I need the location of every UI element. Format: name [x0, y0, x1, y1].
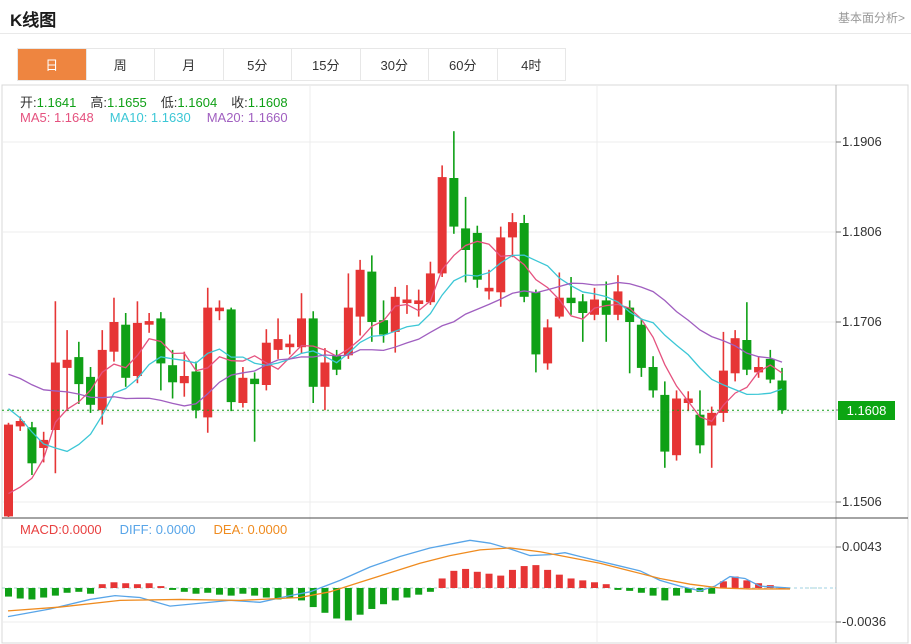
macd-legend: MACD:0.0000 DIFF: 0.0000 DEA: 0.0000 [20, 522, 305, 537]
ma20-value: 1.1660 [248, 110, 288, 125]
high-label: 高: [90, 95, 107, 110]
kline-widget: K线图 基本面分析> 日 周 月 5分 15分 30分 60分 4时 开:1.1… [0, 0, 911, 644]
ma20-legend: MA20: 1.1660 [207, 110, 288, 125]
macd-tick-bottom: -0.0036 [842, 614, 886, 629]
high-value: 1.1655 [107, 95, 147, 110]
close-label: 收: [231, 95, 248, 110]
page-title: K线图 [10, 6, 56, 31]
low-value: 1.1604 [177, 95, 217, 110]
ma10-label: MA10: [110, 110, 151, 125]
macd-value: MACD:0.0000 [20, 522, 102, 537]
low-label: 低: [161, 95, 178, 110]
ma5-label: MA5: [20, 110, 54, 125]
price-tick-2: 1.1806 [842, 224, 882, 239]
ma5-legend: MA5: 1.1648 [20, 110, 94, 125]
current-price-badge: 1.1608 [838, 401, 895, 420]
diff-value: DIFF: 0.0000 [120, 522, 196, 537]
dea-value: DEA: 0.0000 [214, 522, 288, 537]
open-value: 1.1641 [37, 95, 77, 110]
ma-legend: MA5: 1.1648 MA10: 1.1630 MA20: 1.1660 [20, 110, 304, 125]
open-label: 开: [20, 95, 37, 110]
ohlc-legend: 开:1.1641 高:1.1655 低:1.1604 收:1.1608 [20, 92, 302, 111]
macd-tick-top: 0.0043 [842, 539, 882, 554]
price-tick-4: 1.1506 [842, 494, 882, 509]
ma10-legend: MA10: 1.1630 [110, 110, 191, 125]
ma10-value: 1.1630 [151, 110, 191, 125]
close-value: 1.1608 [248, 95, 288, 110]
ma20-label: MA20: [207, 110, 248, 125]
fundamental-analysis-link[interactable]: 基本面分析> [838, 9, 905, 26]
price-tick-3: 1.1706 [842, 314, 882, 329]
price-tick-1: 1.1906 [842, 134, 882, 149]
ma5-value: 1.1648 [54, 110, 94, 125]
